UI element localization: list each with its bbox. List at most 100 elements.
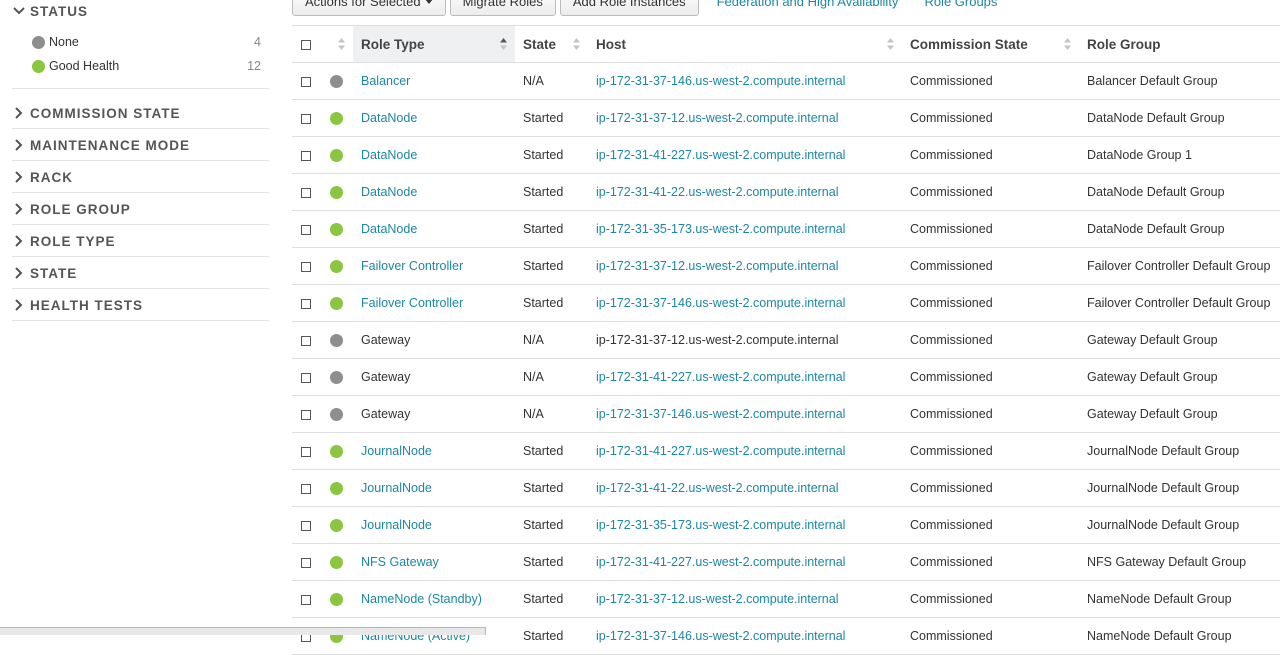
role-type-cell: DataNode [353,136,515,174]
select-all-checkbox[interactable] [301,39,311,50]
sort-icon [573,38,580,50]
role-group-text: Failover Controller Default Group [1087,259,1271,273]
row-checkbox[interactable] [301,187,311,198]
migrate-roles-button[interactable]: Migrate Roles [449,0,556,16]
status-filter-label: Good Health [49,59,120,73]
health-status-dot-icon [32,59,45,73]
row-checkbox[interactable] [301,446,311,457]
host-link[interactable]: ip-172-31-41-22.us-west-2.compute.intern… [596,481,839,495]
host-cell: ip-172-31-37-12.us-west-2.compute.intern… [588,247,902,285]
commission-state-cell: Commissioned [902,395,1079,433]
federation-ha-link[interactable]: Federation and High Availability [717,0,899,9]
row-checkbox[interactable] [301,409,311,420]
row-checkbox[interactable] [301,483,311,494]
role-type-column-header[interactable]: Role Type [353,25,515,63]
commission-state-text: Commissioned [910,111,993,125]
host-link[interactable]: ip-172-31-41-227.us-west-2.compute.inter… [596,370,845,384]
host-cell: ip-172-31-41-227.us-west-2.compute.inter… [588,136,902,174]
role-link[interactable]: Failover Controller [361,259,463,273]
row-checkbox[interactable] [301,298,311,309]
table-row: Gateway N/A ip-172-31-41-227.us-west-2.com… [292,358,1280,396]
facet-health-tests[interactable]: HEALTH TESTS [12,290,269,321]
table-row: JournalNode Started ip-172-31-41-22.us-wes… [292,469,1280,507]
add-role-instances-button[interactable]: Add Role Instances [559,0,699,16]
facet-status-header[interactable]: STATUS [12,2,269,20]
role-link[interactable]: DataNode [361,222,417,236]
role-group-header-label: Role Group [1087,36,1161,52]
host-link[interactable]: ip-172-31-37-146.us-west-2.compute.inter… [596,296,845,310]
commission-state-cell: Commissioned [902,247,1079,285]
host-link[interactable]: ip-172-31-41-22.us-west-2.compute.intern… [596,185,839,199]
role-link[interactable]: JournalNode [361,518,432,532]
health-status-dot-icon [330,556,343,570]
row-checkbox[interactable] [301,520,311,531]
commission-state-text: Commissioned [910,444,993,458]
state-column-header[interactable]: State [515,25,588,63]
host-cell: ip-172-31-37-12.us-west-2.compute.intern… [588,580,902,618]
role-link[interactable]: Balancer [361,74,410,88]
status-filter-count: 12 [247,59,261,73]
row-checkbox[interactable] [301,335,311,346]
host-link[interactable]: ip-172-31-37-146.us-west-2.compute.inter… [596,629,845,643]
actions-for-selected-button[interactable]: Actions for Selected [292,0,446,16]
role-link[interactable]: DataNode [361,111,417,125]
role-link[interactable]: JournalNode [361,481,432,495]
role-group-column-header[interactable]: Role Group [1079,25,1280,63]
row-checkbox[interactable] [301,594,311,605]
role-link[interactable]: JournalNode [361,444,432,458]
facet-header: MAINTENANCE MODE [12,130,269,160]
status-filter-item[interactable]: None 4 [12,30,269,54]
facet-state[interactable]: STATE [12,258,269,289]
state-text: N/A [523,407,544,421]
sort-icon [1064,38,1071,50]
row-checkbox[interactable] [301,113,311,124]
row-checkbox[interactable] [301,372,311,383]
role-group-cell: Failover Controller Default Group [1079,247,1280,285]
role-link[interactable]: NameNode (Standby) [361,592,482,606]
host-link[interactable]: ip-172-31-37-12.us-west-2.compute.intern… [596,259,839,273]
row-checkbox[interactable] [301,150,311,161]
facet-commission-state[interactable]: COMMISSION STATE [12,98,269,129]
facet-role-type[interactable]: ROLE TYPE [12,226,269,257]
status-filter-item[interactable]: Good Health 12 [12,54,269,78]
role-groups-link[interactable]: Role Groups [924,0,997,9]
role-link[interactable]: DataNode [361,185,417,199]
table-row: Gateway N/A ip-172-31-37-12.us-west-2.comp… [292,321,1280,359]
host-text: ip-172-31-37-12.us-west-2.compute.intern… [596,333,839,347]
host-link[interactable]: ip-172-31-41-227.us-west-2.compute.inter… [596,148,845,162]
facet-maintenance-mode[interactable]: MAINTENANCE MODE [12,130,269,161]
row-checkbox[interactable] [301,261,311,272]
host-column-header[interactable]: Host [588,25,902,63]
facet-role-group[interactable]: ROLE GROUP [12,194,269,225]
row-select-cell [292,321,320,359]
row-checkbox[interactable] [301,224,311,235]
role-group-cell: Gateway Default Group [1079,358,1280,396]
row-select-cell [292,173,320,211]
commission-state-cell: Commissioned [902,580,1079,618]
state-header-label: State [523,36,557,52]
row-checkbox[interactable] [301,76,311,87]
row-select-cell [292,62,320,100]
host-link[interactable]: ip-172-31-37-12.us-west-2.compute.intern… [596,111,839,125]
host-link[interactable]: ip-172-31-37-146.us-west-2.compute.inter… [596,74,845,88]
host-link[interactable]: ip-172-31-37-12.us-west-2.compute.intern… [596,592,839,606]
host-link[interactable]: ip-172-31-35-173.us-west-2.compute.inter… [596,222,845,236]
role-link[interactable]: DataNode [361,148,417,162]
commission-state-column-header[interactable]: Commission State [902,25,1079,63]
row-checkbox[interactable] [301,557,311,568]
health-column-header[interactable] [320,25,353,63]
facet-rack[interactable]: RACK [12,162,269,193]
health-cell [320,506,353,544]
row-select-cell [292,506,320,544]
commission-state-cell: Commissioned [902,432,1079,470]
role-link[interactable]: NFS Gateway [361,555,439,569]
facet-status-title: STATUS [30,3,88,19]
host-link[interactable]: ip-172-31-41-227.us-west-2.compute.inter… [596,555,845,569]
host-link[interactable]: ip-172-31-37-146.us-west-2.compute.inter… [596,407,845,421]
role-group-text: Balancer Default Group [1087,74,1218,88]
host-link[interactable]: ip-172-31-41-227.us-west-2.compute.inter… [596,444,845,458]
role-link[interactable]: Failover Controller [361,296,463,310]
host-link[interactable]: ip-172-31-35-173.us-west-2.compute.inter… [596,518,845,532]
commission-state-cell: Commissioned [902,62,1079,100]
health-status-dot-icon [330,482,343,496]
